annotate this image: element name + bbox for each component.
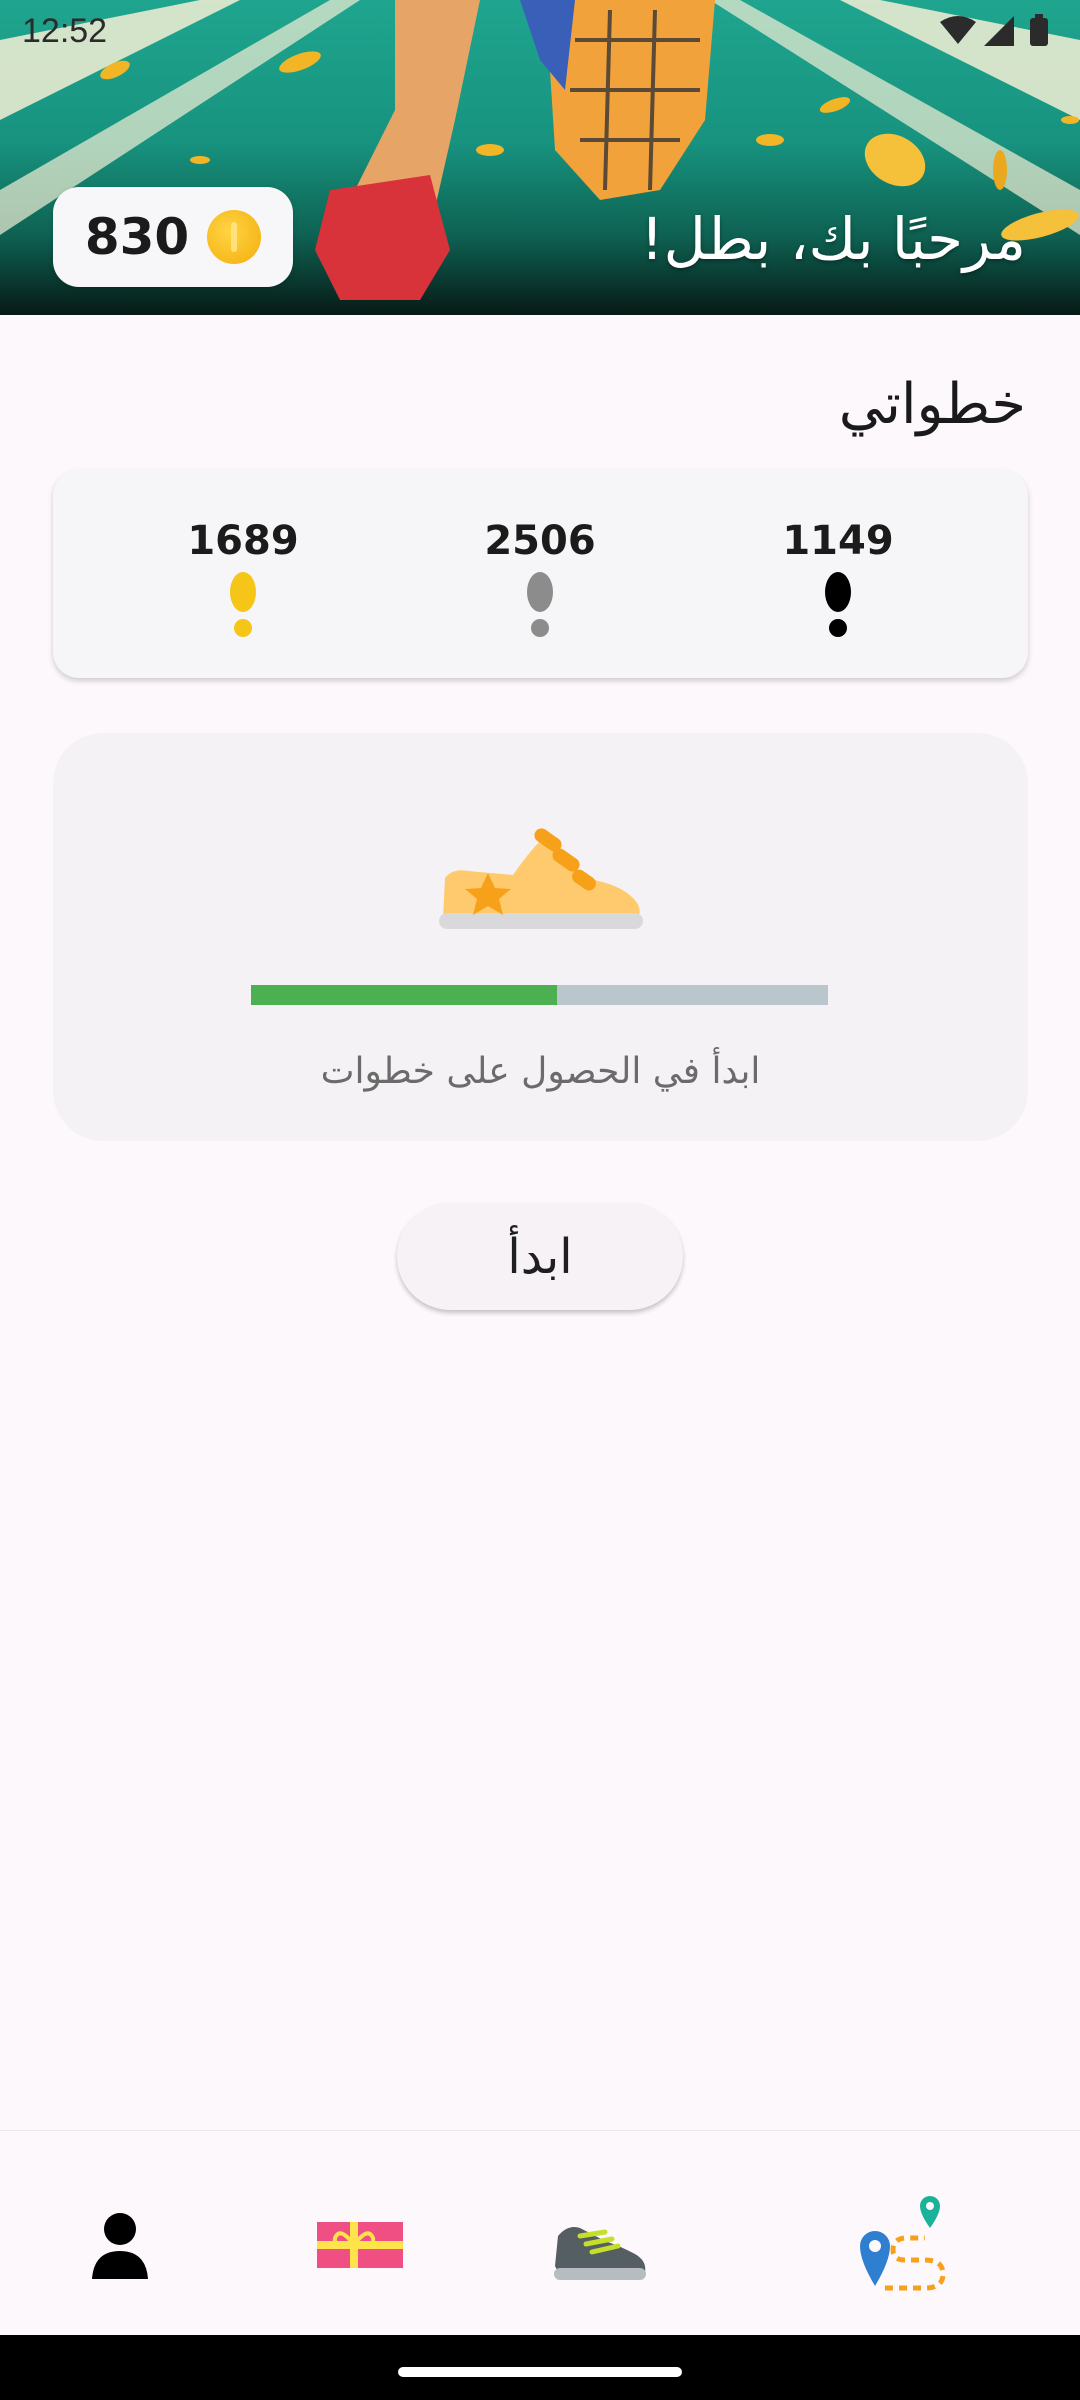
step-counts-card: 1149 2506 1689	[53, 470, 1028, 678]
step-count-value: 1149	[782, 518, 894, 564]
status-time: 12:52	[22, 12, 108, 50]
system-gesture-bar	[0, 2335, 1080, 2400]
step-count-value: 1689	[187, 518, 299, 564]
progress-fill	[251, 985, 557, 1005]
profile-icon	[92, 2213, 148, 2279]
route-map-icon	[860, 2196, 946, 2291]
footprint-gray-icon	[527, 572, 553, 637]
signal-icon	[984, 16, 1014, 46]
hero-banner: 12:52 830 مرحبًا بك، بطل!	[0, 0, 1080, 315]
footprint-black-icon	[825, 572, 851, 637]
status-bar: 12:52	[0, 0, 1080, 64]
start-button[interactable]: ابدأ	[397, 1203, 683, 1310]
wifi-icon	[940, 16, 976, 44]
battery-icon	[1030, 18, 1048, 46]
steps-progress-bar	[251, 985, 828, 1005]
status-icons	[940, 14, 1048, 46]
nav-item-profile[interactable]	[60, 2191, 180, 2301]
greeting-title: مرحبًا بك، بطل!	[640, 205, 1026, 273]
nav-item-route[interactable]	[845, 2191, 965, 2301]
step-count-value: 2506	[484, 518, 596, 564]
nav-item-shoe[interactable]	[540, 2191, 660, 2301]
nav-item-gift[interactable]	[300, 2191, 420, 2301]
step-count-gray: 2506	[440, 518, 640, 638]
step-count-yellow: 1689	[143, 518, 343, 638]
sneaker-star-icon	[439, 828, 643, 929]
progress-card: ابدأ في الحصول على خطوات	[53, 733, 1028, 1141]
sneaker-icon	[554, 2227, 646, 2280]
step-count-black: 1149	[738, 518, 938, 638]
coin-icon	[207, 210, 262, 264]
gift-card-icon	[317, 2222, 403, 2268]
coin-balance[interactable]: 830	[53, 187, 293, 287]
coin-count: 830	[84, 208, 190, 266]
progress-message: ابدأ في الحصول على خطوات	[320, 1051, 761, 1092]
home-gesture-handle[interactable]	[398, 2367, 682, 2377]
section-title-my-steps: خطواتي	[838, 372, 1026, 437]
bottom-navigation	[0, 2130, 1080, 2335]
footprint-yellow-icon	[230, 572, 256, 637]
